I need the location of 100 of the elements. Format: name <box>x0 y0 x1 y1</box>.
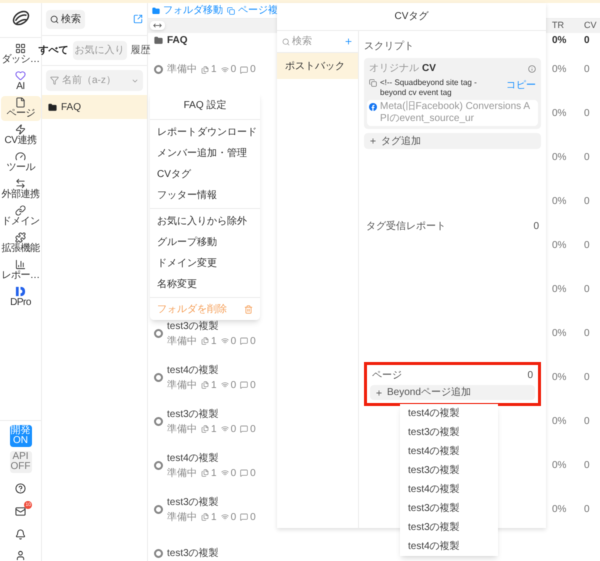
count-text: 0 <box>230 334 236 348</box>
count-text: 1 <box>211 378 217 392</box>
dropdown-option[interactable]: test4の複製 <box>400 480 498 499</box>
table-cell-text: 0 <box>584 283 591 297</box>
comment-icon <box>240 337 248 345</box>
add-page-button[interactable]: Beyondページ追加 <box>370 385 535 400</box>
rail-item[interactable]: ドメイン <box>0 204 40 229</box>
info-icon[interactable] <box>528 64 536 72</box>
rail-item[interactable]: AI <box>0 69 40 94</box>
table-cell-text: 0% <box>552 283 568 297</box>
count-text: 0 <box>250 63 256 77</box>
folder-item[interactable]: FAQ <box>42 95 147 119</box>
pages-icon <box>201 425 209 433</box>
rail-item[interactable]: ページ <box>0 96 40 121</box>
table-cell-text: 0 <box>584 503 591 517</box>
rail-item[interactable]: 外部連携 <box>0 177 40 202</box>
toggle-button[interactable]: API OFF <box>10 451 32 473</box>
status-ring-icon <box>154 65 163 74</box>
mail-icon[interactable] <box>15 506 26 517</box>
wifi-icon <box>220 337 229 345</box>
pages-icon <box>201 469 209 477</box>
page-name[interactable]: test4の複製 <box>167 362 256 378</box>
expand-button[interactable] <box>150 21 165 30</box>
status-text: 準備中 <box>167 334 197 348</box>
menu-item[interactable]: グループ移動 <box>150 232 260 253</box>
rail-icon <box>15 124 26 135</box>
column-header: CV <box>584 19 598 32</box>
page-name[interactable]: test3の複製 <box>167 546 219 561</box>
rail-item[interactable]: CV連携 <box>0 123 40 148</box>
count-text: 0 <box>250 510 256 524</box>
folder-icon <box>152 6 160 14</box>
rail-item[interactable]: ツール <box>0 150 40 175</box>
page-name[interactable]: test3の複製 <box>167 406 256 422</box>
rail-item[interactable]: 拡張機能 <box>0 231 40 256</box>
folder-icon <box>154 36 163 44</box>
status-ring-icon <box>154 505 163 514</box>
add-tag-button[interactable]: タグ追加 <box>364 133 541 149</box>
count-text: 0 <box>250 378 256 392</box>
expand-arrows-icon <box>153 21 162 30</box>
comment-icon <box>240 425 248 433</box>
table-cell-text: 0% <box>552 459 568 473</box>
rail-item[interactable]: レポー… <box>0 258 40 283</box>
dropdown-option[interactable]: test3の複製 <box>400 518 498 537</box>
search-button[interactable]: 検索 <box>46 10 85 28</box>
user-icon[interactable] <box>15 550 26 561</box>
table-cell-text: 0% <box>552 239 568 253</box>
count-text: 1 <box>211 334 217 348</box>
dropdown-option[interactable]: test4の複製 <box>400 442 498 461</box>
comment-icon <box>240 513 248 521</box>
wifi-icon <box>220 513 229 521</box>
wifi-icon <box>220 469 229 477</box>
menu-item[interactable]: メンバー追加・管理 <box>150 143 260 164</box>
table-cell-text: 0 <box>584 34 591 48</box>
export-icon[interactable] <box>133 14 143 24</box>
comment-icon <box>240 381 248 389</box>
count-text: 0 <box>250 422 256 436</box>
column-header: TR <box>552 19 565 32</box>
table-cell-text: 0 <box>584 63 591 77</box>
rail-icon <box>15 232 26 243</box>
menu-item[interactable]: お気に入りから除外 <box>150 211 260 232</box>
tag-list-item[interactable]: ポストバック <box>277 53 358 79</box>
menu-item[interactable]: レポートダウンロード <box>150 122 260 143</box>
dropdown-option[interactable]: test3の複製 <box>400 423 498 442</box>
wifi-icon <box>220 425 229 433</box>
status-ring-icon <box>154 373 163 382</box>
menu-item[interactable]: ドメイン変更 <box>150 253 260 274</box>
rail-item[interactable]: DPro <box>0 285 40 310</box>
dropdown-option[interactable]: test3の複製 <box>400 499 498 518</box>
count-text: 0 <box>230 378 236 392</box>
page-name[interactable]: test4の複製 <box>167 450 256 466</box>
plus-icon <box>369 137 377 145</box>
help-icon[interactable] <box>15 483 26 494</box>
rail-icon <box>15 43 26 54</box>
folder-name: FAQ <box>167 34 188 48</box>
section-label: スクリプト <box>364 40 415 54</box>
dropdown-option[interactable]: test4の複製 <box>400 404 498 423</box>
section-label: ページ <box>372 369 402 383</box>
dropdown-option[interactable]: test4の複製 <box>400 537 498 556</box>
dropdown-option[interactable]: test3の複製 <box>400 461 498 480</box>
folder-icon <box>48 102 57 112</box>
menu-item[interactable]: フッター情報 <box>150 185 260 206</box>
status-ring-icon <box>154 329 163 338</box>
search-icon <box>282 38 290 46</box>
bell-icon[interactable] <box>15 529 26 540</box>
page-name[interactable]: test3の複製 <box>167 494 256 510</box>
table-cell-text: 0% <box>552 327 568 341</box>
table-cell-text: 0% <box>552 63 568 77</box>
table-cell-text: 0 <box>584 107 591 121</box>
search-icon <box>50 14 59 24</box>
page-name[interactable]: test3の複製 <box>167 318 256 334</box>
menu-item[interactable]: CVタグ <box>150 164 260 185</box>
table-cell-text: 0% <box>552 151 568 165</box>
count-text: 0 <box>230 466 236 480</box>
status-ring-icon <box>154 461 163 470</box>
filter-tab[interactable]: 履歴 <box>128 41 152 60</box>
page-count: 0 <box>527 369 533 383</box>
wifi-icon <box>220 66 229 74</box>
tag-code: <!-- Squadbeyond site tag - beyond cv event tag <box>380 78 478 98</box>
comment-icon <box>240 66 248 74</box>
menu-item[interactable]: 名称変更 <box>150 274 260 295</box>
